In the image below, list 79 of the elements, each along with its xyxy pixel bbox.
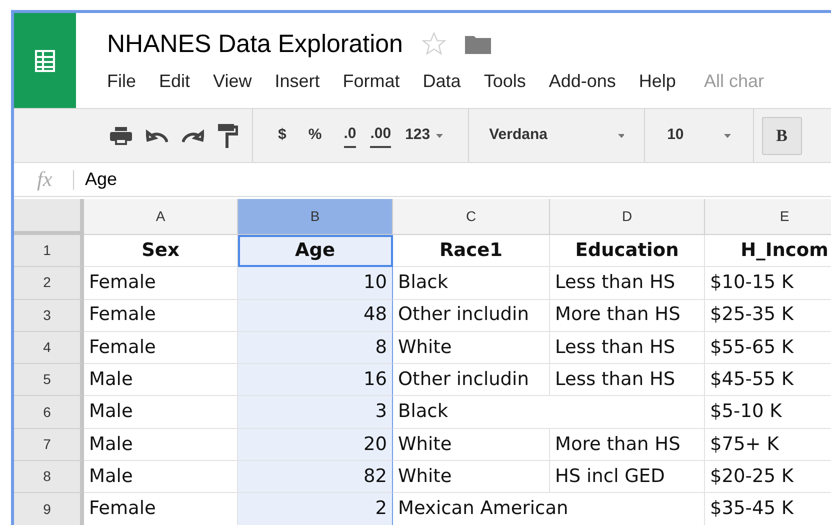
menu-item[interactable]: View xyxy=(213,68,252,95)
undo-icon[interactable] xyxy=(146,128,168,142)
bold-button[interactable]: B xyxy=(762,116,802,154)
column-header[interactable]: B xyxy=(238,199,393,235)
menu-item[interactable]: Format xyxy=(342,68,400,95)
star-icon[interactable] xyxy=(420,31,447,57)
table-cell[interactable]: 48 xyxy=(238,300,393,332)
menu-item[interactable]: Tools xyxy=(484,68,526,95)
dropdown-arrow-icon[interactable] xyxy=(618,134,624,138)
percent-format-button[interactable]: % xyxy=(308,124,322,147)
paint-roller-icon[interactable] xyxy=(218,124,238,148)
table-cell[interactable]: 82 xyxy=(238,461,393,494)
table-cell[interactable]: Male xyxy=(84,428,238,462)
save-status: All char xyxy=(704,70,764,93)
column-header[interactable]: D xyxy=(550,199,705,235)
table-cell[interactable]: Female xyxy=(84,267,238,300)
row-header[interactable]: 7 xyxy=(14,428,84,462)
table-cell[interactable]: Female xyxy=(84,300,238,332)
folder-icon[interactable] xyxy=(464,34,491,54)
row-header[interactable]: 1 xyxy=(14,235,84,268)
currency-format-button[interactable]: $ xyxy=(278,124,286,147)
table-cell[interactable]: White xyxy=(393,428,550,462)
row-header[interactable]: 6 xyxy=(14,396,84,429)
table-cell[interactable]: 20 xyxy=(238,428,393,462)
row-header[interactable]: 3 xyxy=(14,300,84,332)
menu-item[interactable]: Add-ons xyxy=(548,68,616,95)
table-cell[interactable]: Black xyxy=(393,267,550,300)
table-cell[interactable]: 16 xyxy=(238,364,393,396)
row-header[interactable]: 2 xyxy=(14,267,84,300)
column-header[interactable]: C xyxy=(393,199,550,235)
table-cell[interactable]: Sex xyxy=(84,235,238,268)
increase-decimals-button[interactable]: .00 xyxy=(370,123,392,148)
menu-item[interactable]: Data xyxy=(422,68,461,95)
row-header[interactable]: 9 xyxy=(14,493,84,525)
table-cell[interactable]: Male xyxy=(84,396,238,429)
table-cell[interactable]: White xyxy=(393,332,550,364)
table-cell[interactable]: 10 xyxy=(238,267,393,300)
spreadsheet-icon xyxy=(35,50,55,72)
table-cell[interactable]: Race1 xyxy=(393,235,550,268)
table-cell[interactable]: 2 xyxy=(238,493,393,525)
table-cell[interactable]: Less than HS xyxy=(550,332,705,364)
formula-bar-field[interactable]: Age xyxy=(85,166,118,193)
table-cell[interactable]: Age xyxy=(238,235,393,268)
more-formats-button[interactable]: 123 xyxy=(405,124,430,147)
sheets-logo[interactable] xyxy=(14,13,76,108)
dropdown-arrow-icon[interactable] xyxy=(436,134,444,138)
font-size-dropdown[interactable]: 10 xyxy=(667,124,684,147)
table-cell[interactable]: Male xyxy=(84,364,238,396)
table-cell[interactable]: Less than HS xyxy=(550,267,705,300)
menu-item[interactable]: File xyxy=(107,68,136,95)
table-cell[interactable]: More than HS xyxy=(550,300,705,332)
print-icon[interactable] xyxy=(110,126,132,144)
menu-item[interactable]: Edit xyxy=(159,68,190,95)
table-cell[interactable]: Female xyxy=(84,332,238,364)
column-header[interactable]: A xyxy=(84,199,238,235)
table-cell[interactable]: More than HS xyxy=(550,428,705,462)
font-dropdown[interactable]: Verdana xyxy=(489,124,578,147)
table-cell[interactable]: Male xyxy=(84,461,238,494)
decrease-decimals-button[interactable]: .0 xyxy=(344,123,356,148)
row-header[interactable]: 8 xyxy=(14,461,84,494)
dropdown-arrow-icon[interactable] xyxy=(724,134,731,138)
redo-icon[interactable] xyxy=(182,128,204,142)
table-cell[interactable]: Other includin xyxy=(393,300,550,332)
document-title[interactable]: NHANES Data Exploration xyxy=(107,29,403,59)
menu-item[interactable]: Insert xyxy=(274,68,320,95)
table-cell[interactable]: Education xyxy=(550,235,705,268)
column-header[interactable]: E xyxy=(705,199,831,235)
table-cell[interactable]: 8 xyxy=(238,332,393,364)
table-cell[interactable]: HS incl GED xyxy=(550,461,705,494)
table-cell[interactable]: White xyxy=(393,461,550,494)
menu-item[interactable]: Help xyxy=(638,68,676,95)
table-cell[interactable]: Black xyxy=(393,396,705,429)
row-header[interactable]: 5 xyxy=(14,364,84,396)
table-cell[interactable]: Other includin xyxy=(393,364,550,396)
table-cell[interactable]: $25-35 K xyxy=(705,300,831,332)
row-header[interactable]: 4 xyxy=(14,332,84,364)
function-label: fx xyxy=(37,166,54,193)
table-cell[interactable]: Less than HS xyxy=(550,364,705,396)
table-cell[interactable]: 3 xyxy=(238,396,393,429)
